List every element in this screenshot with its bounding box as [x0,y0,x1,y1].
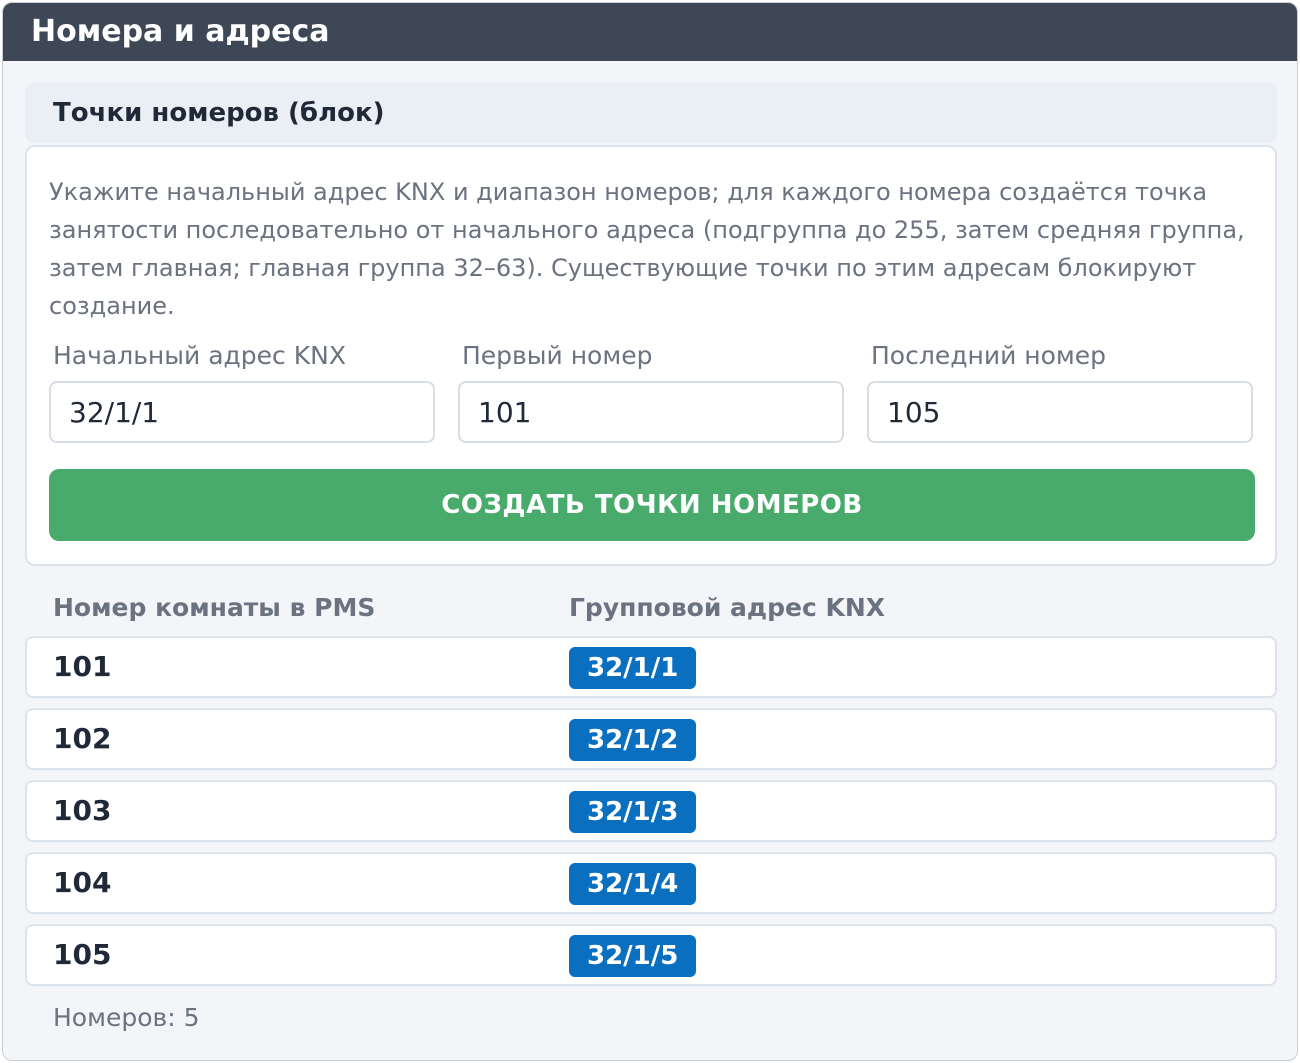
table-row[interactable]: 102 32/1/2 [25,708,1277,770]
address-badge: 32/1/4 [569,863,697,905]
room-number: 102 [53,722,112,755]
last-room-input[interactable] [867,381,1253,443]
address-badge: 32/1/1 [569,647,697,689]
first-room-label: Первый номер [462,341,653,370]
table-row[interactable]: 101 32/1/1 [25,636,1277,698]
column-header-room: Номер комнаты в PMS [53,593,376,622]
start-address-input[interactable] [49,381,435,443]
address-badge: 32/1/5 [569,935,697,977]
address-badge: 32/1/3 [569,791,697,833]
form-description: Укажите начальный адрес KNX и диапазон н… [49,178,1245,320]
room-number: 103 [53,794,112,827]
room-number: 105 [53,938,112,971]
panel-title: Номера и адреса [3,3,1297,61]
room-number: 104 [53,866,112,899]
last-room-label: Последний номер [871,341,1107,370]
start-address-label: Начальный адрес KNX [53,341,346,370]
room-block-form: Укажите начальный адрес KNX и диапазон н… [25,145,1277,566]
room-number: 101 [53,650,112,683]
column-header-address: Групповой адрес KNX [569,593,886,622]
table-row[interactable]: 103 32/1/3 [25,780,1277,842]
rooms-addresses-panel: Номера и адреса Точки номеров (блок) Ука… [2,2,1298,1061]
create-room-points-button[interactable]: СОЗДАТЬ ТОЧКИ НОМЕРОВ [49,469,1255,541]
first-room-input[interactable] [458,381,844,443]
address-badge: 32/1/2 [569,719,697,761]
rooms-count: Номеров: 5 [53,1003,200,1032]
table-row[interactable]: 104 32/1/4 [25,852,1277,914]
table-row[interactable]: 105 32/1/5 [25,924,1277,986]
section-title: Точки номеров (блок) [25,83,1277,143]
